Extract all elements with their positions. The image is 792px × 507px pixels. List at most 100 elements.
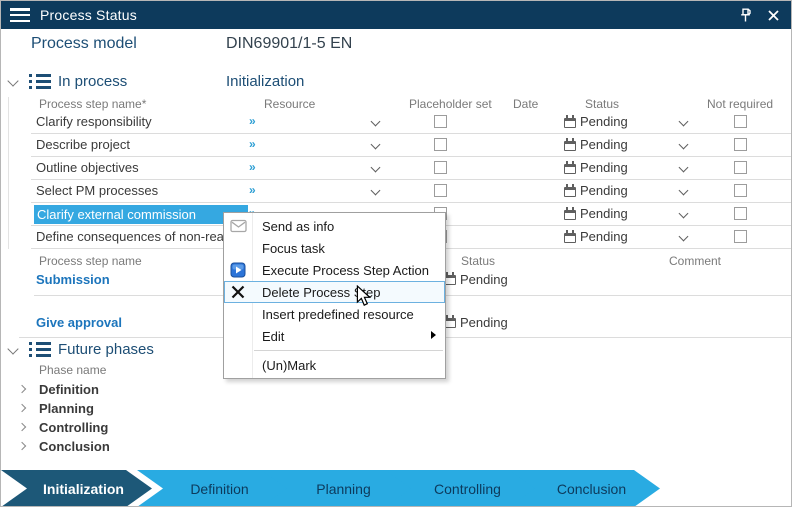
list-icon — [29, 342, 51, 358]
phase-arrow-definition[interactable]: Definition — [137, 470, 288, 507]
menu-item-unmark[interactable]: (Un)Mark — [224, 354, 445, 376]
collapse-in-process-icon[interactable] — [7, 75, 18, 86]
expand-icon[interactable] — [18, 423, 26, 431]
col-header-date: Date — [513, 97, 538, 111]
collapse-future-phases-icon[interactable] — [7, 343, 18, 354]
col-header-step-name: Process step name* — [39, 97, 146, 111]
not-required-checkbox[interactable] — [734, 207, 747, 220]
status-dropdown-icon[interactable] — [679, 209, 689, 219]
step-link-give-approval[interactable]: Give approval — [36, 315, 122, 330]
col-header-step-name2: Process step name — [39, 254, 142, 268]
step-name[interactable]: Describe project — [36, 137, 130, 152]
menu-item-delete-process-step[interactable]: Delete Process Step — [224, 281, 445, 303]
resource-dropdown-icon[interactable] — [371, 186, 381, 196]
step-name-selected[interactable]: Clarify external commission — [34, 205, 248, 224]
menu-item-label: Insert predefined resource — [262, 307, 414, 322]
menu-item-label: Execute Process Step Action — [262, 263, 429, 278]
step-name[interactable]: Outline objectives — [36, 160, 139, 175]
step-name[interactable]: Clarify responsibility — [36, 114, 152, 129]
phase-label: Conclusion — [39, 439, 110, 454]
section-in-process-title: In process — [58, 73, 127, 90]
pin-icon[interactable] — [737, 7, 753, 23]
phase-arrow-label: Definition — [176, 481, 248, 497]
delete-x-icon — [228, 283, 248, 301]
col-header-status: Status — [585, 97, 619, 111]
not-required-checkbox[interactable] — [734, 161, 747, 174]
phase-arrow-initialization[interactable]: Initialization — [1, 470, 152, 507]
col-header-status2: Status — [461, 254, 495, 268]
status-value[interactable]: Pending — [580, 137, 628, 152]
menu-item-label: (Un)Mark — [262, 358, 316, 373]
resource-link[interactable]: » — [249, 160, 256, 174]
menu-item-send-as-info[interactable]: Send as info — [224, 215, 445, 237]
step-name[interactable]: Select PM processes — [36, 183, 158, 198]
status-value[interactable]: Pending — [460, 272, 508, 287]
resource-link[interactable]: » — [249, 137, 256, 151]
status-dropdown-icon[interactable] — [679, 117, 689, 127]
menu-item-label: Edit — [262, 329, 284, 344]
table-row: Describe project » Pending — [31, 134, 792, 157]
table-row: Select PM processes » Pending — [31, 180, 792, 203]
menu-item-label: Send as info — [262, 219, 334, 234]
calendar-icon — [564, 118, 576, 128]
resource-link[interactable]: » — [249, 183, 256, 197]
placeholder-checkbox[interactable] — [434, 115, 447, 128]
play-icon — [228, 261, 248, 279]
status-dropdown-icon[interactable] — [679, 163, 689, 173]
phase-label: Definition — [39, 382, 99, 397]
phase-label: Controlling — [39, 420, 108, 435]
col-header-not-required: Not required — [707, 97, 773, 111]
not-required-checkbox[interactable] — [734, 138, 747, 151]
menu-item-insert-predefined-resource[interactable]: Insert predefined resource — [224, 303, 445, 325]
menu-item-label: Focus task — [262, 241, 325, 256]
table-row: Clarify responsibility » Pending — [31, 111, 792, 134]
not-required-checkbox[interactable] — [734, 115, 747, 128]
submenu-arrow-icon — [431, 331, 436, 339]
context-menu: Send as info Focus task Execute Process … — [223, 212, 446, 379]
menu-item-focus-task[interactable]: Focus task — [224, 237, 445, 259]
titlebar: Process Status — [1, 1, 791, 29]
status-value[interactable]: Pending — [580, 183, 628, 198]
menu-item-execute-process-step-action[interactable]: Execute Process Step Action — [224, 259, 445, 281]
table-row: Outline objectives » Pending — [31, 157, 792, 180]
list-icon — [29, 74, 51, 90]
resource-dropdown-icon[interactable] — [371, 117, 381, 127]
status-value[interactable]: Pending — [580, 114, 628, 129]
status-value[interactable]: Pending — [580, 160, 628, 175]
status-value[interactable]: Pending — [580, 229, 628, 244]
status-value[interactable]: Pending — [460, 315, 508, 330]
placeholder-checkbox[interactable] — [434, 161, 447, 174]
menu-item-label: Delete Process Step — [262, 285, 381, 300]
process-model-value: DIN69901/1-5 EN — [226, 35, 352, 53]
resource-dropdown-icon[interactable] — [371, 140, 381, 150]
col-header-phase-name: Phase name — [39, 363, 106, 377]
not-required-checkbox[interactable] — [734, 184, 747, 197]
status-dropdown-icon[interactable] — [679, 140, 689, 150]
step-link-submission[interactable]: Submission — [36, 272, 110, 287]
status-dropdown-icon[interactable] — [679, 186, 689, 196]
calendar-icon — [564, 187, 576, 197]
col-header-placeholder: Placeholder set — [409, 97, 492, 111]
col-header-comment: Comment — [669, 254, 721, 268]
resource-link[interactable]: » — [249, 114, 256, 128]
status-value[interactable]: Pending — [580, 206, 628, 221]
not-required-checkbox[interactable] — [734, 230, 747, 243]
placeholder-checkbox[interactable] — [434, 138, 447, 151]
expand-icon[interactable] — [18, 442, 26, 450]
window-title: Process Status — [40, 7, 137, 23]
status-dropdown-icon[interactable] — [679, 232, 689, 242]
section-future-phases-title: Future phases — [58, 341, 154, 358]
phase-arrow-label: Initialization — [29, 481, 124, 497]
menu-item-edit[interactable]: Edit — [224, 325, 445, 347]
expand-icon[interactable] — [18, 404, 26, 412]
calendar-icon — [564, 233, 576, 243]
col-header-resource: Resource — [264, 97, 315, 111]
close-icon[interactable] — [765, 7, 781, 23]
placeholder-checkbox[interactable] — [434, 184, 447, 197]
resource-dropdown-icon[interactable] — [371, 163, 381, 173]
phase-progress-bar: Initialization Definition Planning Contr… — [1, 470, 791, 507]
menu-icon[interactable] — [10, 8, 30, 22]
mail-icon — [228, 217, 248, 235]
calendar-icon — [564, 210, 576, 220]
expand-icon[interactable] — [18, 385, 26, 393]
